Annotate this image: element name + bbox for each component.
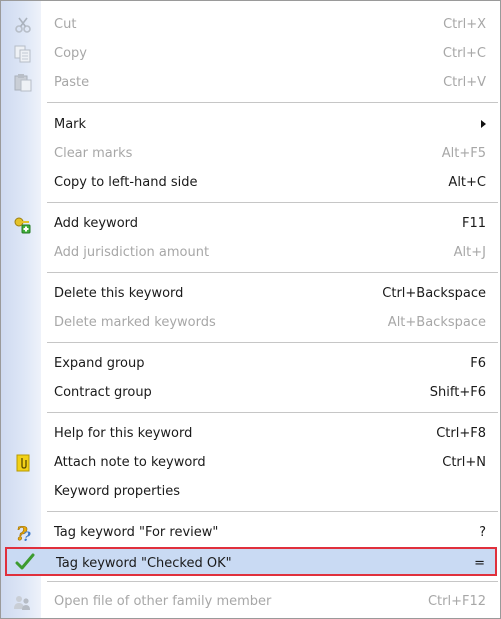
- menu-item-shortcut: ?: [479, 525, 486, 540]
- note-clip-icon: [13, 453, 33, 473]
- menu-item-shortcut: Ctrl+V: [443, 75, 486, 90]
- menu-item-delete-keyword[interactable]: Delete this keyword Ctrl+Backspace: [3, 279, 498, 308]
- menu-item-expand-group[interactable]: Expand group F6: [3, 349, 498, 378]
- menu-item-add-jurisdiction-amount[interactable]: Add jurisdiction amount Alt+J: [3, 238, 498, 267]
- menu-item-shortcut: Ctrl+X: [443, 17, 486, 32]
- menu-item-label: Keyword properties: [54, 484, 180, 499]
- add-key-icon: [13, 214, 33, 234]
- menu-separator: [47, 272, 498, 273]
- menu-item-help-keyword[interactable]: Help for this keyword Ctrl+F8: [3, 419, 498, 448]
- menu-item-clear-marks[interactable]: Clear marks Alt+F5: [3, 139, 498, 168]
- menu-item-tag-for-review[interactable]: ? ? Tag keyword "For review" ?: [3, 518, 498, 547]
- menu-item-label: Attach note to keyword: [54, 455, 206, 470]
- menu-item-label: Open file of other family member: [54, 594, 272, 609]
- menu-separator: [47, 581, 498, 582]
- menu-item-shortcut: Ctrl+C: [442, 46, 486, 61]
- menu-item-copy[interactable]: Copy Ctrl+C: [3, 39, 498, 68]
- menu-item-label: Contract group: [54, 385, 152, 400]
- menu-separator: [47, 511, 498, 512]
- menu-item-shortcut: Ctrl+N: [442, 455, 486, 470]
- menu-item-label: Add jurisdiction amount: [54, 245, 210, 260]
- menu-item-label: Expand group: [54, 356, 145, 371]
- menu-item-label: Paste: [54, 75, 90, 90]
- menu-item-cut[interactable]: Cut Ctrl+X: [3, 10, 498, 39]
- svg-text:?: ?: [23, 530, 31, 543]
- menu-separator: [47, 202, 498, 203]
- menu-item-copy-to-left[interactable]: Copy to left-hand side Alt+C: [3, 168, 498, 197]
- menu-item-open-family-member[interactable]: Open file of other family member Ctrl+F1…: [3, 587, 498, 616]
- menu-item-paste[interactable]: Paste Ctrl+V: [3, 68, 498, 97]
- menu-item-shortcut: =: [474, 556, 485, 571]
- menu-item-mark[interactable]: Mark: [3, 110, 498, 139]
- menu-separator: [47, 412, 498, 413]
- menu-item-label: Cut: [54, 17, 77, 32]
- menu-item-label: Copy to left-hand side: [54, 175, 198, 190]
- cut-icon: [13, 15, 33, 35]
- family-members-icon: [13, 592, 33, 612]
- question-mark-icon: ? ?: [13, 523, 33, 546]
- menu-item-delete-marked-keywords[interactable]: Delete marked keywords Alt+Backspace: [3, 308, 498, 337]
- menu-separator: [47, 342, 498, 343]
- menu-item-label: Add keyword: [54, 216, 139, 231]
- menu-item-tag-checked-ok[interactable]: Tag keyword "Checked OK" =: [5, 547, 497, 576]
- menu-item-add-keyword[interactable]: Add keyword F11: [3, 209, 498, 238]
- menu-item-label: Tag keyword "Checked OK": [56, 556, 232, 571]
- menu-item-shortcut: Alt+F5: [441, 146, 486, 161]
- menu-item-contract-group[interactable]: Contract group Shift+F6: [3, 378, 498, 407]
- menu-item-attach-note[interactable]: Attach note to keyword Ctrl+N: [3, 448, 498, 477]
- checkmark-icon: [15, 552, 35, 572]
- menu-item-label: Mark: [54, 117, 87, 132]
- menu-item-shortcut: Alt+C: [448, 175, 486, 190]
- menu-item-label: Tag keyword "For review": [54, 525, 219, 540]
- menu-item-shortcut: Shift+F6: [429, 385, 486, 400]
- menu-item-keyword-properties[interactable]: Keyword properties: [3, 477, 498, 506]
- menu-item-shortcut: F11: [461, 216, 486, 231]
- menu-separator: [47, 102, 498, 103]
- menu-item-shortcut: Alt+Backspace: [387, 315, 486, 330]
- menu-item-label: Clear marks: [54, 146, 133, 161]
- menu-item-label: Help for this keyword: [54, 426, 193, 441]
- context-menu: Cut Ctrl+X Copy Ctrl+C Paste Ctrl+V Mark…: [0, 0, 501, 619]
- submenu-arrow-icon: [481, 120, 486, 128]
- menu-item-shortcut: Ctrl+Backspace: [382, 286, 486, 301]
- menu-item-shortcut: Alt+J: [453, 245, 486, 260]
- copy-icon: [13, 44, 33, 64]
- menu-item-shortcut: Ctrl+F12: [427, 594, 486, 609]
- menu-item-shortcut: F6: [470, 356, 486, 371]
- menu-item-label: Delete marked keywords: [54, 315, 216, 330]
- menu-item-shortcut: Ctrl+F8: [436, 426, 486, 441]
- paste-icon: [13, 73, 33, 93]
- menu-item-label: Copy: [54, 46, 87, 61]
- menu-item-label: Delete this keyword: [54, 286, 184, 301]
